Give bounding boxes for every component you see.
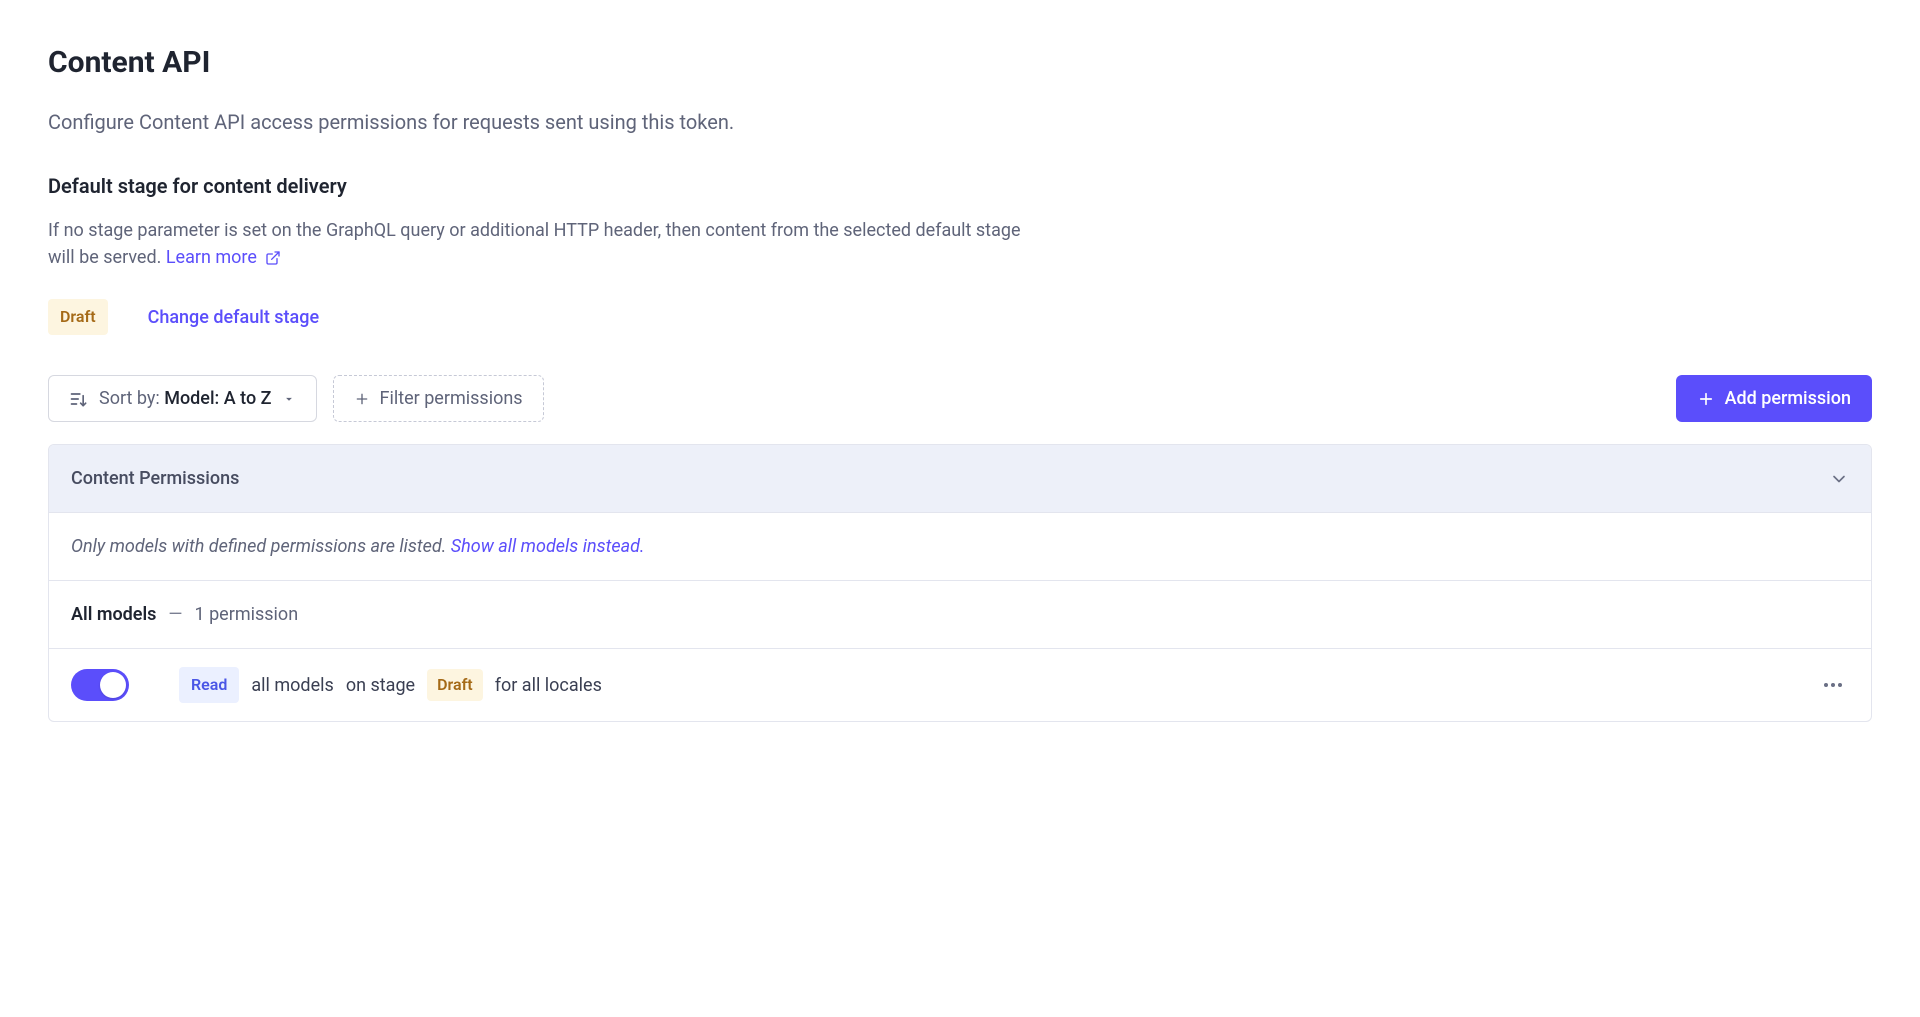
default-stage-row: Draft Change default stage xyxy=(48,299,1872,335)
chevron-down-icon xyxy=(282,392,296,406)
default-stage-title: Default stage for content delivery xyxy=(48,171,1872,201)
filter-label: Filter permissions xyxy=(380,388,523,409)
plus-icon xyxy=(354,391,370,407)
add-permission-button[interactable]: Add permission xyxy=(1676,375,1872,422)
permissions-info-text: Only models with defined permissions are… xyxy=(71,536,451,557)
model-group-count: 1 permission xyxy=(194,601,298,628)
permissions-info-row: Only models with defined permissions are… xyxy=(49,512,1871,580)
content-permissions-title: Content Permissions xyxy=(71,465,239,492)
permission-action-badge: Read xyxy=(179,667,239,703)
default-stage-description: If no stage parameter is set on the Grap… xyxy=(48,217,1048,271)
permission-stage-badge: Draft xyxy=(427,669,483,701)
show-all-models-link[interactable]: Show all models instead. xyxy=(451,536,645,557)
default-stage-badge: Draft xyxy=(48,299,108,335)
toggle-knob xyxy=(100,672,126,698)
plus-icon xyxy=(1697,390,1715,408)
filter-permissions-button[interactable]: Filter permissions xyxy=(333,375,544,422)
sort-icon xyxy=(69,389,89,409)
page-title: Content API xyxy=(48,40,1872,85)
model-group-name: All models xyxy=(71,601,156,628)
permission-toggle[interactable] xyxy=(71,669,129,701)
permission-description: Read all models on stage Draft for all l… xyxy=(179,667,602,703)
chevron-down-icon xyxy=(1829,469,1849,489)
sort-button[interactable]: Sort by: Model: A to Z xyxy=(48,375,317,422)
add-permission-label: Add permission xyxy=(1725,388,1851,409)
permission-text-models: all models xyxy=(251,672,333,699)
sort-value: Model: A to Z xyxy=(164,388,271,409)
model-group-separator: — xyxy=(168,601,182,628)
content-permissions-panel: Content Permissions Only models with def… xyxy=(48,444,1872,722)
model-group-row: All models — 1 permission xyxy=(49,580,1871,648)
permission-text-locales: for all locales xyxy=(495,672,602,699)
permission-row: Read all models on stage Draft for all l… xyxy=(49,648,1871,721)
change-default-stage-link[interactable]: Change default stage xyxy=(148,304,320,331)
content-api-section: Content API Configure Content API access… xyxy=(48,40,1872,722)
page-subtitle: Configure Content API access permissions… xyxy=(48,107,1872,137)
sort-prefix: Sort by: xyxy=(99,388,164,409)
permission-text-onstage: on stage xyxy=(346,672,415,699)
content-permissions-header[interactable]: Content Permissions xyxy=(49,445,1871,512)
more-options-icon[interactable] xyxy=(1817,669,1849,701)
permissions-toolbar: Sort by: Model: A to Z Filter permission… xyxy=(48,375,1872,422)
learn-more-link[interactable]: Learn more xyxy=(166,247,282,268)
external-link-icon xyxy=(265,250,281,266)
